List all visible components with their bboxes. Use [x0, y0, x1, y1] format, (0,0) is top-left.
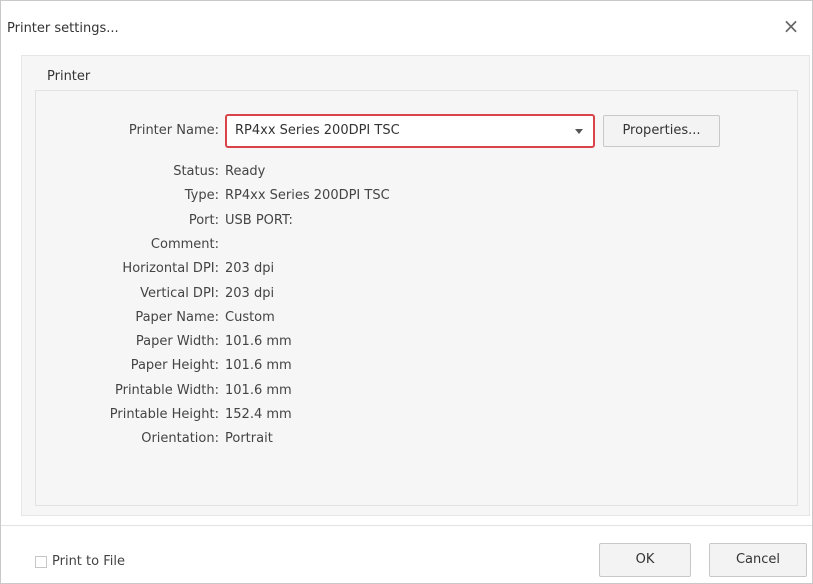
printer-name-select[interactable]: RP4xx Series 200DPI TSC: [225, 114, 595, 148]
detail-value: 101.6 mm: [225, 383, 292, 398]
detail-value: Portrait: [225, 431, 273, 446]
detail-value: RP4xx Series 200DPI TSC: [225, 188, 390, 203]
detail-value: 101.6 mm: [225, 334, 292, 349]
printer-name-value: RP4xx Series 200DPI TSC: [235, 123, 400, 138]
detail-value: 101.6 mm: [225, 358, 292, 373]
detail-value: 203 dpi: [225, 286, 275, 301]
checkbox-box[interactable]: [35, 556, 47, 568]
detail-label: Type:: [184, 188, 219, 203]
window-title: Printer settings...: [7, 21, 119, 36]
detail-label: Vertical DPI:: [140, 286, 219, 301]
detail-label: Printable Width:: [114, 383, 219, 398]
detail-label: Horizontal DPI:: [122, 261, 219, 276]
detail-value: USB PORT:: [225, 213, 293, 228]
detail-value: Ready: [225, 164, 266, 179]
cancel-button[interactable]: Cancel: [709, 543, 807, 577]
title-bar: Printer settings... ×: [1, 1, 812, 49]
detail-value: 203 dpi: [225, 261, 275, 276]
detail-label: Printable Height:: [109, 407, 219, 422]
detail-label: Status:: [173, 164, 219, 179]
printer-name-label: Printer Name:: [128, 123, 219, 138]
footer-divider: [1, 525, 812, 526]
detail-label: Paper Width:: [135, 334, 219, 349]
close-icon[interactable]: ×: [780, 15, 802, 37]
printer-settings-dialog: Printer settings... × Printer Printer Na…: [0, 0, 813, 584]
detail-label: Orientation:: [141, 431, 219, 446]
group-label-printer: Printer: [47, 69, 91, 84]
print-to-file-label: Print to File: [52, 554, 125, 569]
ok-button[interactable]: OK: [599, 543, 691, 577]
detail-label: Paper Height:: [130, 358, 219, 373]
chevron-down-icon: [575, 129, 583, 134]
detail-label: Comment:: [150, 237, 219, 252]
properties-button[interactable]: Properties...: [603, 115, 720, 147]
detail-value: Custom: [225, 310, 275, 325]
detail-label: Port:: [188, 213, 219, 228]
detail-value: 152.4 mm: [225, 407, 292, 422]
detail-label: Paper Name:: [135, 310, 219, 325]
